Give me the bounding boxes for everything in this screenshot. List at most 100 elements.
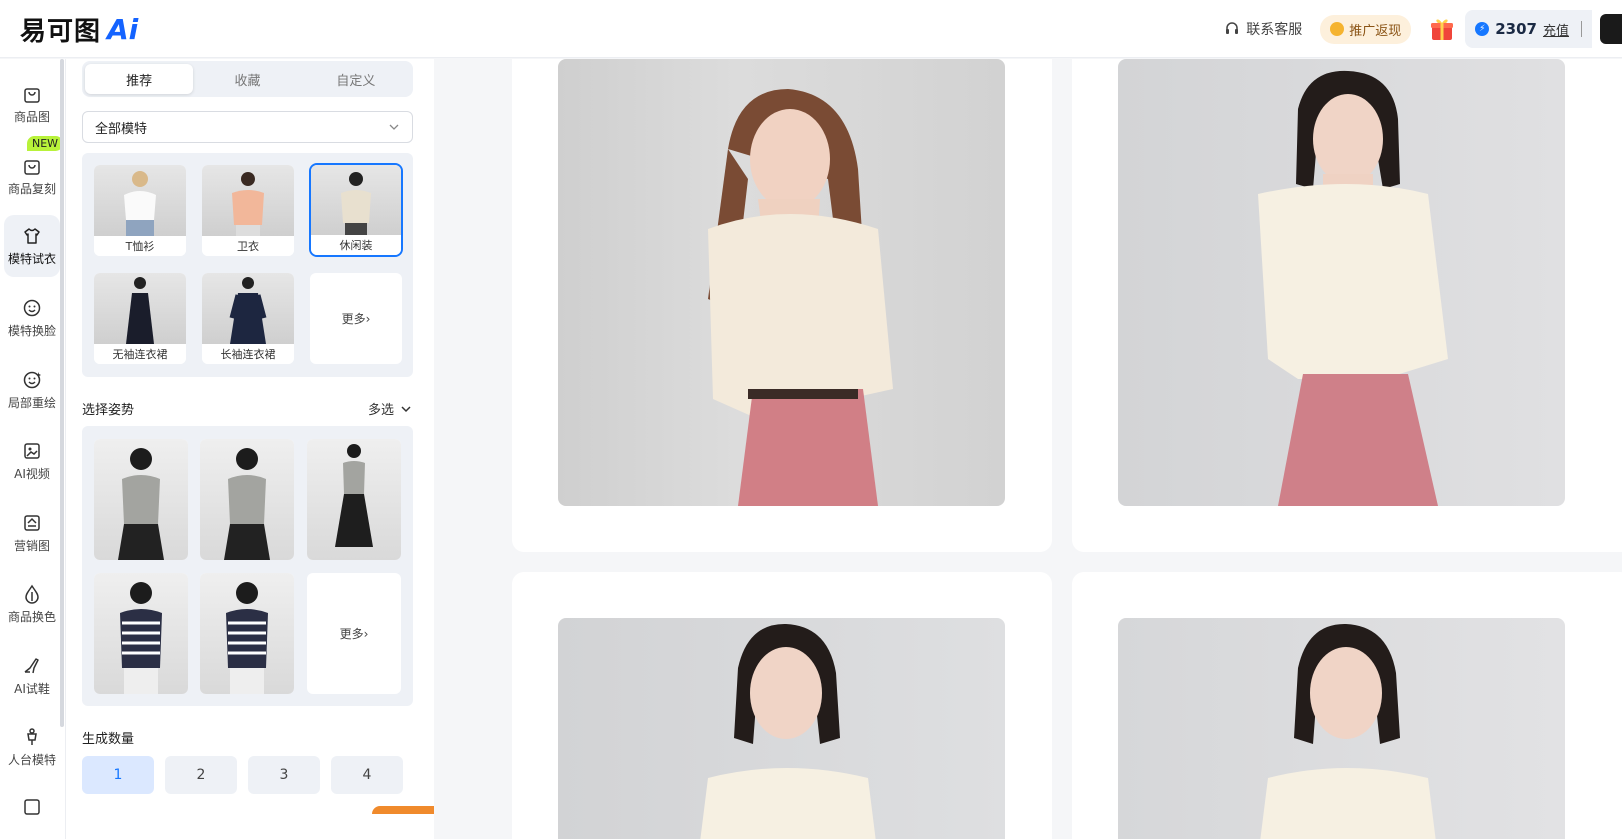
nav-label: AI视频 (14, 466, 50, 481)
pose-image (94, 439, 188, 560)
marketing-icon (24, 514, 40, 531)
multi-select-label: 多选 (367, 403, 394, 418)
nav-label: 商品复刻 (7, 181, 56, 196)
pose-option[interactable] (200, 573, 294, 694)
shoe-icon (24, 657, 39, 673)
category-image (202, 273, 294, 344)
face-sparkle-icon (23, 371, 41, 388)
panel-tabs: 推荐 收藏 自定义 (82, 61, 413, 97)
lightning-icon: ⚡ (1475, 22, 1490, 36)
pose-title: 选择姿势 (82, 403, 135, 418)
chevron-down-icon (389, 124, 399, 130)
result-image[interactable] (1118, 618, 1565, 839)
tab-recommended[interactable]: 推荐 (85, 64, 194, 94)
result-image[interactable] (558, 618, 1005, 839)
category-image (94, 165, 186, 236)
nav-label: 模特试衣 (7, 251, 56, 266)
nav-label: 模特换脸 (7, 323, 56, 338)
category-grid: T恤衫 卫衣 休闲装 无袖连衣裙 长袖连衣裙 更多 › (82, 153, 413, 377)
nav-item-mannequin[interactable]: 人台模特 (4, 716, 60, 778)
nav-item-product-image[interactable]: 商品图 (4, 73, 60, 135)
model-figure (708, 89, 893, 506)
promo-cashback-button[interactable]: 推广返现 (1320, 14, 1412, 44)
category-image (202, 165, 294, 236)
face-icon (23, 299, 41, 316)
logo-text: 易可图 (20, 16, 102, 47)
category-label: 休闲装 (311, 235, 401, 255)
logo[interactable]: 易可图 Ai (20, 12, 139, 47)
result-card (1072, 59, 1622, 552)
nav-item-marketing[interactable]: 营销图 (4, 502, 60, 564)
coin-icon (1330, 22, 1345, 36)
nav-label: 局部重绘 (7, 395, 56, 410)
pose-option[interactable] (200, 439, 294, 560)
category-image (311, 165, 401, 235)
category-image (94, 273, 186, 344)
nav-label: AI试鞋 (14, 681, 50, 696)
tab-favorites[interactable]: 收藏 (193, 64, 301, 94)
result-card (512, 572, 1052, 839)
chevron-right-icon: › (365, 311, 371, 326)
more-label: 更多 (341, 312, 366, 326)
gift-icon[interactable] (1429, 16, 1455, 42)
nav-item-recolor[interactable]: 商品换色 (4, 573, 60, 635)
model-figure (1260, 623, 1436, 839)
model-filter-select[interactable]: 全部模特 (82, 111, 413, 143)
category-label: 卫衣 (202, 236, 294, 256)
video-icon (24, 442, 40, 459)
count-option-3[interactable]: 3 (248, 756, 320, 794)
category-longsleeve-dress[interactable]: 长袖连衣裙 (202, 273, 294, 364)
category-more-button[interactable]: 更多 › (310, 273, 402, 364)
more-label: 更多 (339, 627, 364, 641)
nav-item-ai-video[interactable]: AI视频 (4, 430, 60, 492)
contact-support-button[interactable]: 联系客服 (1224, 19, 1302, 39)
bag-icon (24, 87, 40, 103)
pose-option[interactable] (94, 573, 188, 694)
shirt-icon (24, 227, 40, 244)
nav-item-face-swap[interactable]: 模特换脸 (4, 287, 60, 349)
pose-image (94, 573, 188, 694)
multi-select-toggle[interactable]: 多选 (368, 399, 412, 418)
pose-image (200, 439, 294, 560)
result-card (512, 59, 1052, 552)
nav-item-local-redraw[interactable]: 局部重绘 (4, 359, 60, 421)
category-sleeveless-dress[interactable]: 无袖连衣裙 (94, 273, 186, 364)
count-option-1[interactable]: 1 (82, 756, 154, 794)
pose-option[interactable] (94, 439, 188, 560)
result-card (1072, 572, 1622, 839)
model-filter-value: 全部模特 (95, 121, 148, 137)
nav-item-product-copy[interactable]: 商品复刻 (4, 145, 60, 207)
logo-ai: Ai (107, 12, 139, 46)
count-option-2[interactable]: 2 (165, 756, 237, 794)
count-title: 生成数量 (82, 732, 135, 747)
headset-icon (1226, 22, 1239, 34)
pose-more-button[interactable]: 更多 › (307, 573, 401, 694)
nav-label: 商品图 (13, 109, 50, 124)
pose-grid: 更多 › (82, 426, 413, 706)
model-figure (1258, 70, 1448, 506)
drop-icon (25, 584, 39, 604)
count-option-4[interactable]: 4 (331, 756, 403, 794)
nav-scrollbar[interactable] (60, 59, 64, 727)
result-image[interactable] (1118, 59, 1565, 506)
top-bar: 易可图 Ai 联系客服 推广返现 ⚡ 2307 充值 (0, 0, 1622, 58)
recharge-link[interactable]: 充值 (1543, 20, 1569, 39)
nav-item-ai-shoe[interactable]: AI试鞋 (4, 645, 60, 707)
vip-badge[interactable] (1600, 14, 1622, 44)
pose-option[interactable] (307, 439, 401, 560)
nav-item-model-tryon[interactable]: 模特试衣 (4, 215, 60, 277)
pose-image (200, 573, 294, 694)
generate-button-edge[interactable] (372, 806, 434, 814)
category-sweatshirt[interactable]: 卫衣 (202, 165, 294, 256)
support-label: 联系客服 (1246, 22, 1303, 38)
results-area (434, 59, 1622, 839)
category-tshirt[interactable]: T恤衫 (94, 165, 186, 256)
chevron-down-icon (401, 405, 411, 412)
nav-label: 人台模特 (7, 752, 56, 767)
category-casual[interactable]: 休闲装 (309, 163, 403, 257)
bag-copy-icon (24, 159, 40, 175)
tab-custom[interactable]: 自定义 (302, 64, 410, 94)
category-label: 无袖连衣裙 (94, 344, 186, 364)
result-image[interactable] (558, 59, 1005, 506)
more-nav-icon[interactable] (22, 797, 42, 817)
